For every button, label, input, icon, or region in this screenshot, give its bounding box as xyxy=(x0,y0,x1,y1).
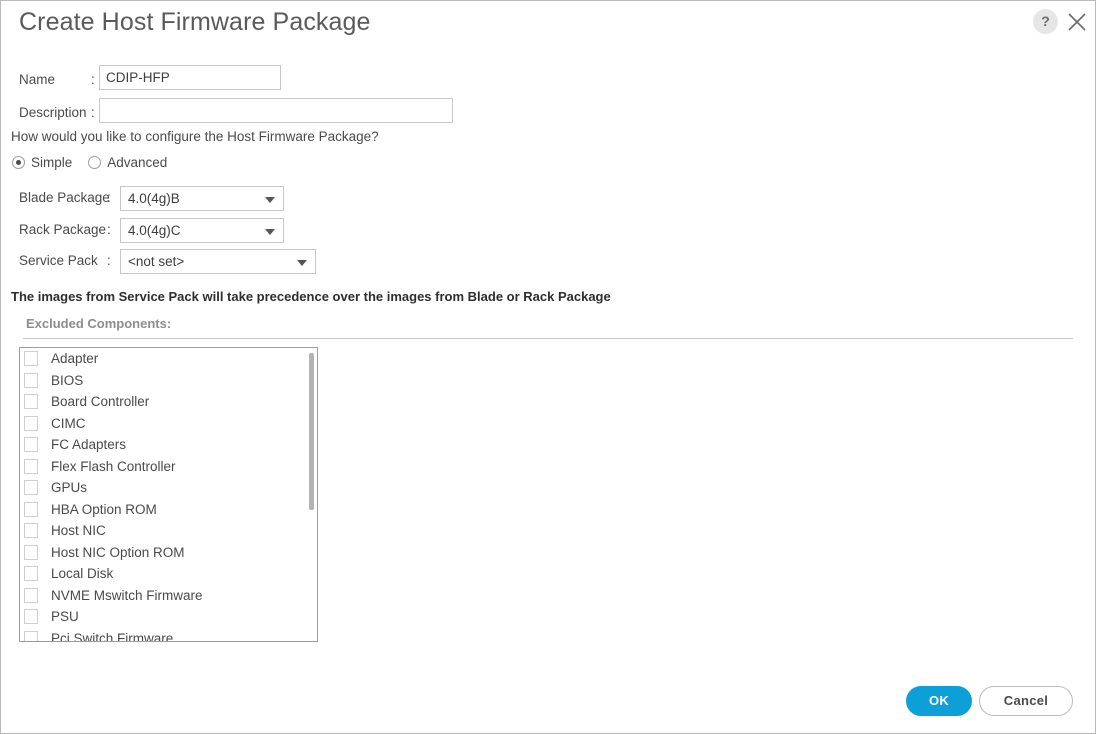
radio-advanced-icon[interactable] xyxy=(88,156,101,169)
component-checkbox[interactable] xyxy=(24,588,38,603)
component-label: Host NIC xyxy=(51,523,106,538)
component-checkbox[interactable] xyxy=(24,566,38,581)
blade-package-value: 4.0(4g)B xyxy=(128,191,180,206)
description-colon: : xyxy=(91,105,95,120)
component-checkbox[interactable] xyxy=(24,437,38,452)
component-label: FC Adapters xyxy=(51,437,126,452)
close-x-icon[interactable] xyxy=(1065,10,1089,34)
create-host-firmware-package-dialog: Create Host Firmware Package ? Name : De… xyxy=(0,0,1096,734)
cancel-button[interactable]: Cancel xyxy=(979,686,1073,716)
list-item[interactable]: HBA Option ROM xyxy=(20,499,317,521)
list-item[interactable]: Board Controller xyxy=(20,391,317,413)
component-label: GPUs xyxy=(51,480,87,495)
list-item[interactable]: Adapter xyxy=(20,348,317,370)
list-item[interactable]: Flex Flash Controller xyxy=(20,456,317,478)
chevron-down-icon[interactable] xyxy=(265,197,275,203)
description-label: Description xyxy=(19,105,91,120)
list-item[interactable]: BIOS xyxy=(20,370,317,392)
rack-package-dropdown[interactable]: 4.0(4g)C xyxy=(120,218,284,243)
list-item[interactable]: NVME Mswitch Firmware xyxy=(20,585,317,607)
name-colon: : xyxy=(91,72,95,87)
component-label: Pci Switch Firmware xyxy=(51,631,173,642)
list-item[interactable]: FC Adapters xyxy=(20,434,317,456)
blade-package-label: Blade Package xyxy=(19,190,110,205)
radio-option-advanced[interactable]: Advanced xyxy=(88,155,167,170)
list-item[interactable]: GPUs xyxy=(20,477,317,499)
component-checkbox[interactable] xyxy=(24,459,38,474)
chevron-down-icon[interactable] xyxy=(297,260,307,266)
component-label: Board Controller xyxy=(51,394,149,409)
configure-question-text: How would you like to configure the Host… xyxy=(11,129,379,144)
service-pack-precedence-notice: The images from Service Pack will take p… xyxy=(11,289,611,304)
service-pack-dropdown[interactable]: <not set> xyxy=(120,249,316,274)
blade-package-dropdown[interactable]: 4.0(4g)B xyxy=(120,186,284,211)
rack-package-colon: : xyxy=(107,222,111,237)
list-item[interactable]: Local Disk xyxy=(20,563,317,585)
list-item[interactable]: Pci Switch Firmware xyxy=(20,628,317,643)
component-label: BIOS xyxy=(51,373,83,388)
name-label: Name xyxy=(19,72,91,87)
radio-option-simple[interactable]: Simple xyxy=(12,155,72,170)
ok-button[interactable]: OK xyxy=(906,686,972,716)
description-input[interactable] xyxy=(99,98,453,123)
component-checkbox[interactable] xyxy=(24,373,38,388)
service-pack-colon: : xyxy=(107,253,111,268)
list-item[interactable]: Host NIC Option ROM xyxy=(20,542,317,564)
radio-simple-label: Simple xyxy=(31,155,72,170)
name-row: Name : xyxy=(19,67,95,91)
component-label: Host NIC Option ROM xyxy=(51,545,185,560)
dialog-titlebar: Create Host Firmware Package ? xyxy=(1,1,1095,47)
component-label: HBA Option ROM xyxy=(51,502,157,517)
rack-package-value: 4.0(4g)C xyxy=(128,223,181,238)
excluded-components-list[interactable]: Adapter BIOS Board Controller CIMC FC Adapte… xyxy=(19,347,318,642)
component-label: Flex Flash Controller xyxy=(51,459,176,474)
chevron-down-icon[interactable] xyxy=(265,229,275,235)
service-pack-value: <not set> xyxy=(128,254,184,269)
rack-package-label: Rack Package xyxy=(19,222,106,237)
list-scrollbar[interactable] xyxy=(308,350,315,641)
configuration-mode-radio-group: Simple Advanced xyxy=(12,155,167,170)
list-item[interactable]: PSU xyxy=(20,606,317,628)
component-label: NVME Mswitch Firmware xyxy=(51,588,203,603)
component-checkbox[interactable] xyxy=(24,545,38,560)
component-label: Local Disk xyxy=(51,566,113,581)
name-input[interactable] xyxy=(99,65,281,90)
description-row: Description : xyxy=(19,100,95,124)
component-checkbox[interactable] xyxy=(24,631,38,642)
radio-simple-icon[interactable] xyxy=(12,156,25,169)
service-pack-label: Service Pack xyxy=(19,253,98,268)
excluded-components-label: Excluded Components: xyxy=(26,316,171,331)
component-checkbox[interactable] xyxy=(24,502,38,517)
help-question-icon[interactable]: ? xyxy=(1033,9,1058,34)
component-checkbox[interactable] xyxy=(24,416,38,431)
component-checkbox[interactable] xyxy=(24,480,38,495)
list-scrollbar-thumb[interactable] xyxy=(309,353,314,510)
blade-package-colon: : xyxy=(107,190,111,205)
component-checkbox[interactable] xyxy=(24,394,38,409)
component-checkbox[interactable] xyxy=(24,351,38,366)
radio-advanced-label: Advanced xyxy=(107,155,167,170)
component-label: PSU xyxy=(51,609,79,624)
component-checkbox[interactable] xyxy=(24,609,38,624)
page-title: Create Host Firmware Package xyxy=(19,8,371,37)
component-checkbox[interactable] xyxy=(24,523,38,538)
component-label: CIMC xyxy=(51,416,86,431)
list-item[interactable]: Host NIC xyxy=(20,520,317,542)
section-divider xyxy=(23,338,1073,339)
component-label: Adapter xyxy=(51,351,98,366)
list-item[interactable]: CIMC xyxy=(20,413,317,435)
